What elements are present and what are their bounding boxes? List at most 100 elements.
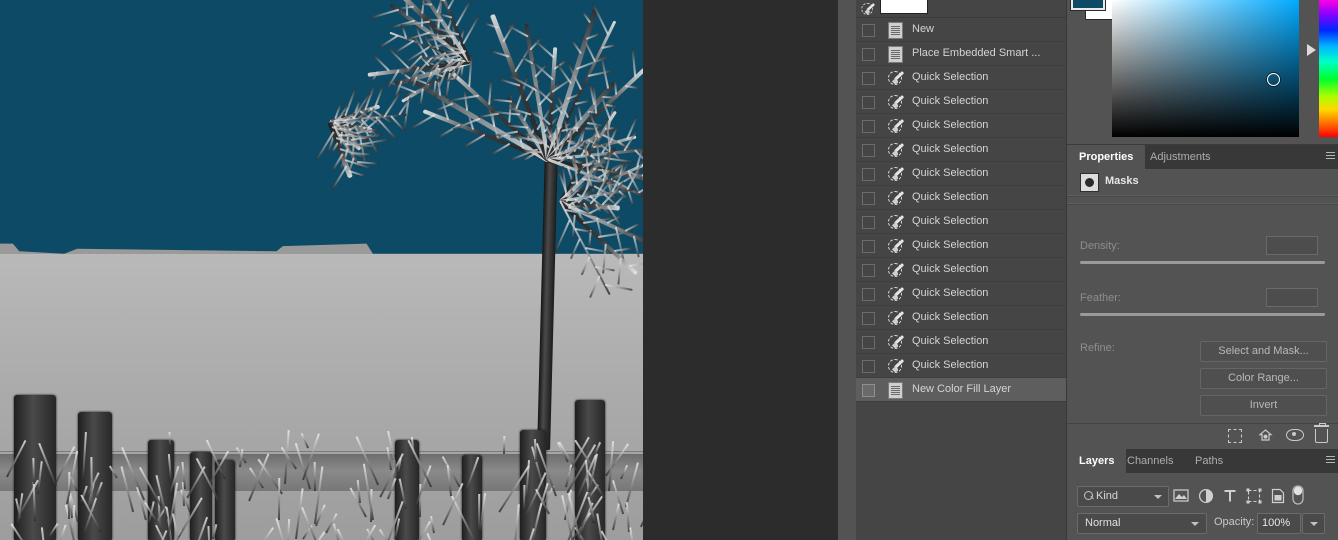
filter-toggle-switch[interactable] xyxy=(1292,485,1308,501)
history-state-checkbox[interactable] xyxy=(862,360,875,373)
tab-paths[interactable]: Paths xyxy=(1183,449,1235,473)
density-label: Density: xyxy=(1080,240,1120,252)
history-state-checkbox[interactable] xyxy=(862,120,875,133)
shape-layer-filter-icon[interactable] xyxy=(1246,488,1262,504)
history-state-row[interactable]: New Color Fill Layer xyxy=(856,378,1066,402)
history-state-row[interactable]: Quick Selection xyxy=(856,114,1066,138)
feather-label: Feather: xyxy=(1080,292,1121,304)
feather-slider[interactable] xyxy=(1080,313,1325,316)
history-state-checkbox[interactable] xyxy=(862,288,875,301)
history-state-checkbox[interactable] xyxy=(862,384,875,397)
history-state-checkbox[interactable] xyxy=(862,168,875,181)
history-state-checkbox[interactable] xyxy=(862,48,875,61)
history-state-list[interactable]: New Place Embedded Smart ... Quick Selecti… xyxy=(856,18,1066,402)
history-state-label: Place Embedded Smart ... xyxy=(912,47,1040,59)
select-and-mask-button[interactable]: Select and Mask... xyxy=(1200,341,1327,362)
pixel-layer-filter-icon[interactable] xyxy=(1173,488,1189,504)
history-state-row[interactable]: Quick Selection xyxy=(856,306,1066,330)
document-icon xyxy=(888,22,904,38)
panel-menu-icon[interactable] xyxy=(1326,152,1335,153)
smart-object-filter-icon[interactable] xyxy=(1270,488,1286,504)
history-state-checkbox[interactable] xyxy=(862,216,875,229)
history-state-row[interactable]: Quick Selection xyxy=(856,282,1066,306)
blend-mode-dropdown[interactable]: Normal xyxy=(1077,513,1207,534)
beach-palm-photo xyxy=(0,0,643,540)
masks-section-header: Masks xyxy=(1067,169,1338,194)
properties-tab-bar[interactable]: Properties Adjustments xyxy=(1067,145,1338,169)
history-panel[interactable]: New Place Embedded Smart ... Quick Selecti… xyxy=(856,0,1067,540)
layer-filter-kind-label: Kind xyxy=(1096,490,1118,502)
history-state-checkbox[interactable] xyxy=(862,144,875,157)
history-state-row[interactable]: Quick Selection xyxy=(856,186,1066,210)
panel-dock: New Place Embedded Smart ... Quick Selecti… xyxy=(856,0,1338,540)
beach-grass xyxy=(168,432,170,446)
history-state-label: Quick Selection xyxy=(912,119,988,131)
history-state-label: Quick Selection xyxy=(912,215,988,227)
adjustment-layer-filter-icon[interactable] xyxy=(1198,488,1214,504)
history-state-checkbox[interactable] xyxy=(862,72,875,85)
history-state-row[interactable]: Quick Selection xyxy=(856,66,1066,90)
layers-panel[interactable]: Layers Channels Paths Kind Normal Opacit… xyxy=(1067,449,1338,540)
color-picker-panel[interactable] xyxy=(1067,0,1338,145)
history-state-checkbox[interactable] xyxy=(862,264,875,277)
opacity-stepper[interactable] xyxy=(1302,513,1325,534)
tab-properties[interactable]: Properties xyxy=(1067,145,1145,169)
layer-filter-kind-dropdown[interactable]: Kind xyxy=(1077,486,1169,507)
color-range-button[interactable]: Color Range... xyxy=(1200,368,1327,389)
blend-mode-value: Normal xyxy=(1085,517,1120,529)
toggle-mask-visibility-icon[interactable] xyxy=(1286,429,1302,444)
tab-adjustments[interactable]: Adjustments xyxy=(1138,145,1223,169)
history-state-row[interactable]: New xyxy=(856,18,1066,42)
document-icon xyxy=(888,382,904,398)
history-state-row[interactable]: Quick Selection xyxy=(856,354,1066,378)
properties-footer-bar xyxy=(1067,423,1338,448)
layers-tab-bar[interactable]: Layers Channels Paths xyxy=(1067,449,1338,473)
load-selection-from-mask-icon[interactable] xyxy=(1228,429,1244,444)
hue-slider-marker[interactable] xyxy=(1307,44,1316,56)
layer-mask-icon[interactable] xyxy=(1080,173,1099,192)
properties-panel[interactable]: Properties Adjustments Masks Density: Fe… xyxy=(1067,145,1338,448)
history-state-checkbox[interactable] xyxy=(862,240,875,253)
apply-mask-icon[interactable] xyxy=(1257,429,1273,444)
type-layer-filter-icon[interactable] xyxy=(1222,488,1238,504)
history-state-row[interactable]: Quick Selection xyxy=(856,234,1066,258)
invert-button[interactable]: Invert xyxy=(1200,395,1327,416)
density-slider[interactable] xyxy=(1080,261,1325,264)
history-snapshot-icon[interactable] xyxy=(860,1,876,15)
history-state-checkbox[interactable] xyxy=(862,192,875,205)
history-state-row[interactable]: Quick Selection xyxy=(856,138,1066,162)
saturation-value-field[interactable] xyxy=(1112,0,1299,137)
history-state-checkbox[interactable] xyxy=(862,24,875,37)
opacity-label: Opacity: xyxy=(1214,516,1254,528)
chevron-down-icon[interactable] xyxy=(1154,495,1162,499)
history-snapshot-thumbnail[interactable] xyxy=(880,0,928,14)
workspace-canvas-area[interactable] xyxy=(0,0,838,540)
chevron-down-icon[interactable] xyxy=(1310,522,1318,526)
history-state-label: Quick Selection xyxy=(912,335,988,347)
history-state-checkbox[interactable] xyxy=(862,336,875,349)
history-state-row[interactable]: Quick Selection xyxy=(856,258,1066,282)
chevron-down-icon[interactable] xyxy=(1191,522,1199,526)
history-state-row[interactable]: Place Embedded Smart ... xyxy=(856,42,1066,66)
history-state-label: Quick Selection xyxy=(912,71,988,83)
density-field[interactable] xyxy=(1266,236,1318,255)
history-state-checkbox[interactable] xyxy=(862,96,875,109)
history-state-label: Quick Selection xyxy=(912,359,988,371)
panel-menu-icon[interactable] xyxy=(1326,456,1335,457)
foreground-color-swatch[interactable] xyxy=(1071,0,1105,10)
document-icon xyxy=(888,46,904,62)
masks-title: Masks xyxy=(1105,175,1139,187)
history-state-row[interactable]: Quick Selection xyxy=(856,162,1066,186)
delete-mask-icon[interactable] xyxy=(1315,429,1331,444)
history-state-row[interactable]: Quick Selection xyxy=(856,90,1066,114)
document-canvas[interactable] xyxy=(0,0,643,540)
history-state-checkbox[interactable] xyxy=(862,312,875,325)
feather-field[interactable] xyxy=(1266,288,1318,307)
search-icon xyxy=(1084,491,1093,500)
hue-slider[interactable] xyxy=(1319,0,1338,137)
opacity-field[interactable]: 100% xyxy=(1257,513,1301,534)
tab-channels[interactable]: Channels xyxy=(1115,449,1185,473)
history-state-row[interactable]: Quick Selection xyxy=(856,210,1066,234)
history-state-label: Quick Selection xyxy=(912,95,988,107)
history-state-row[interactable]: Quick Selection xyxy=(856,330,1066,354)
